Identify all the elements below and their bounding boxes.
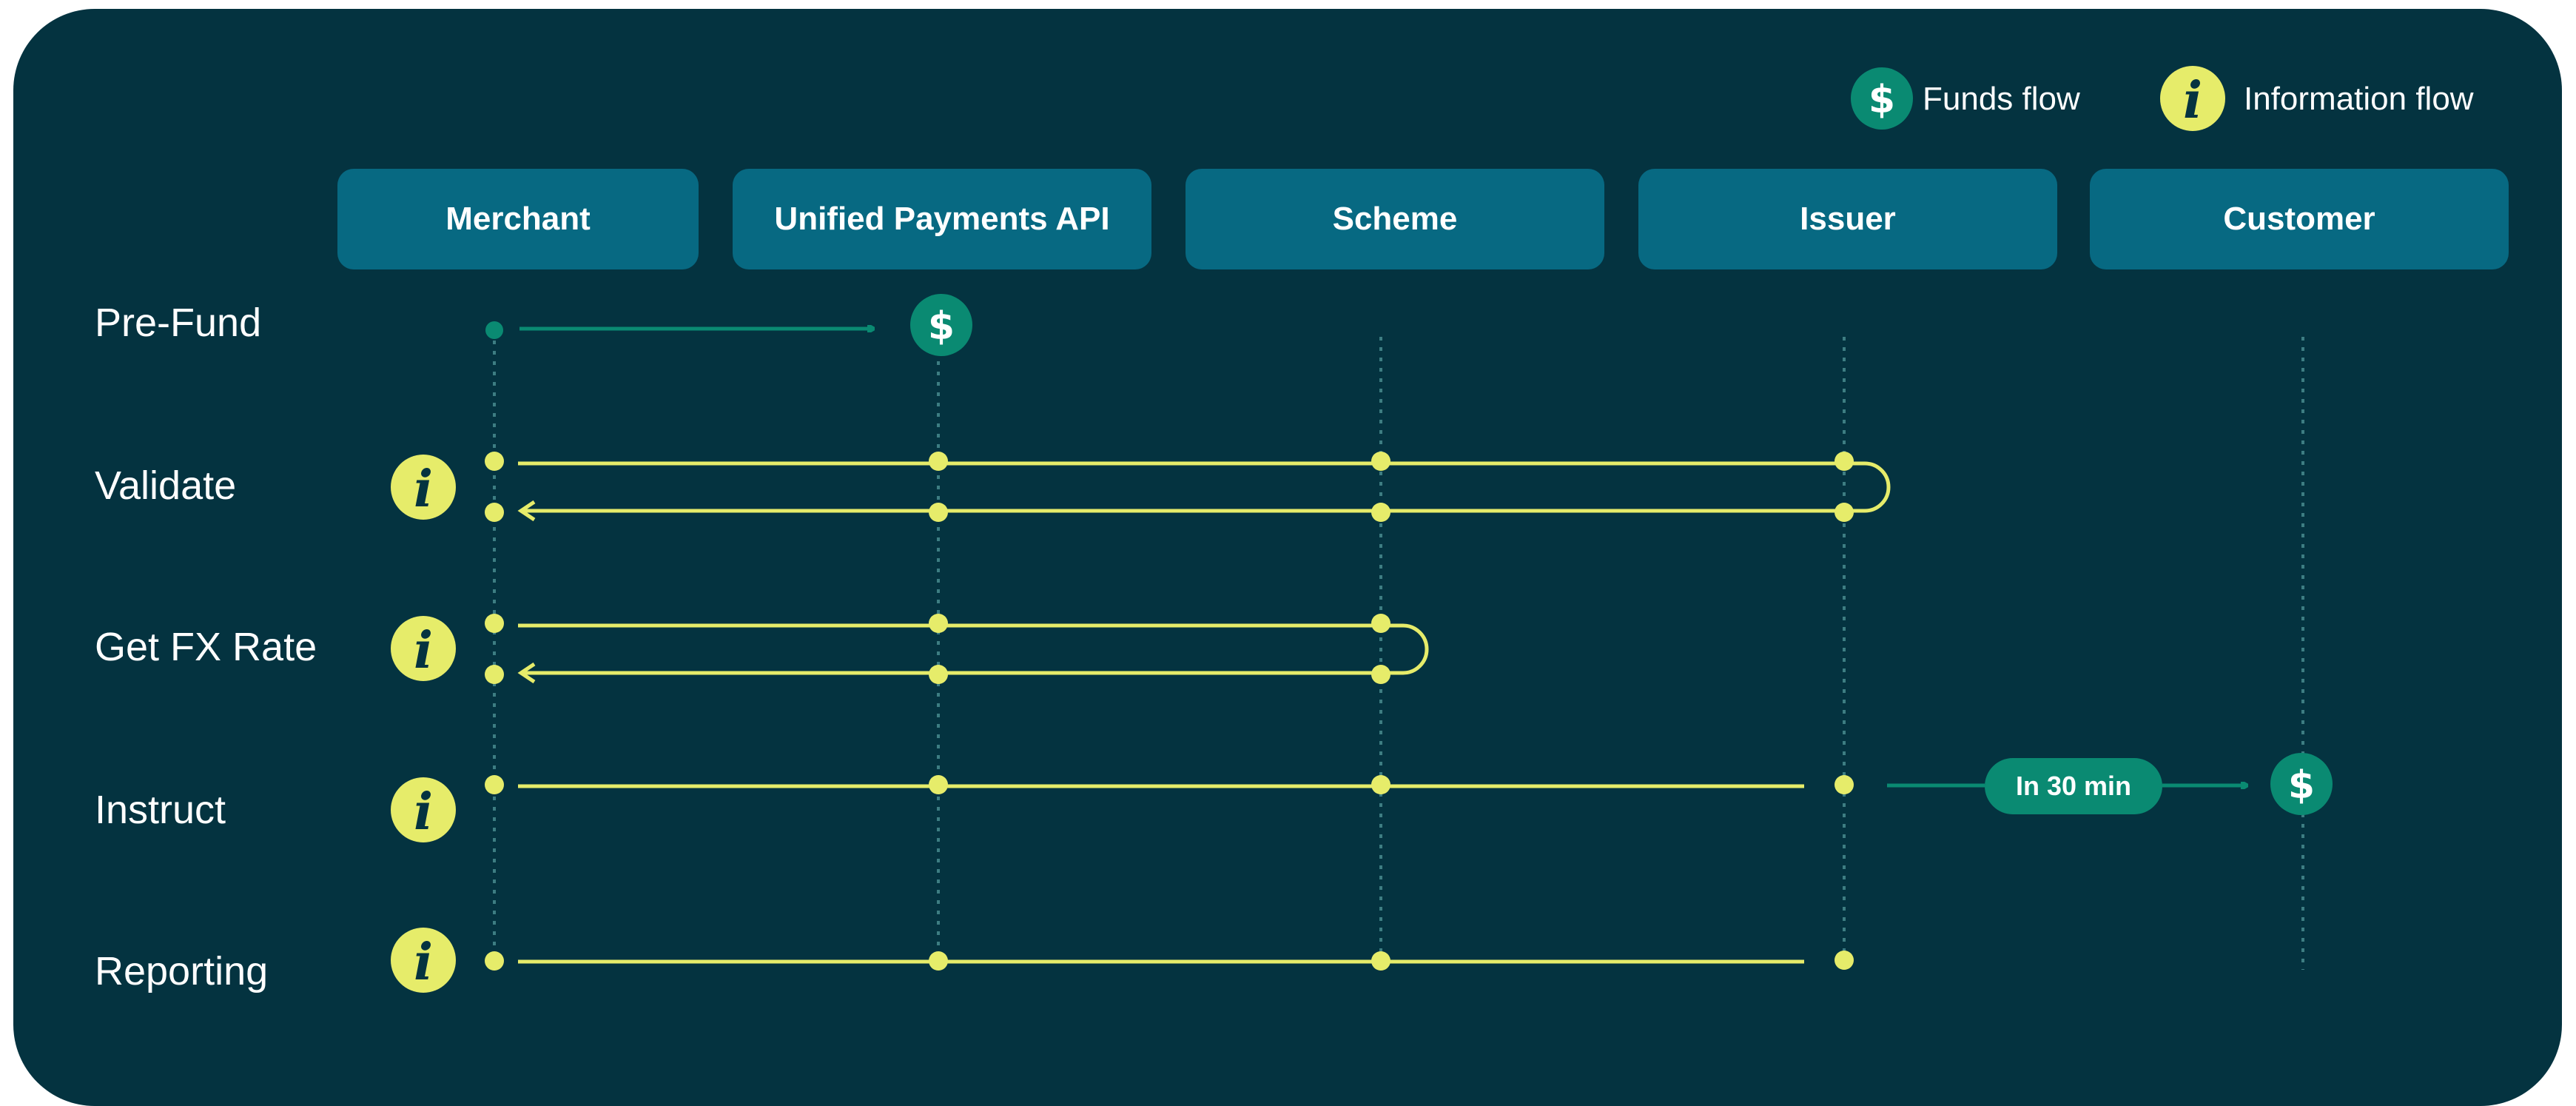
info-icon: i <box>391 455 456 520</box>
svg-text:$: $ <box>2288 763 2315 808</box>
step-label-instruct: Instruct <box>95 788 226 832</box>
step-label-reporting: Reporting <box>95 949 269 993</box>
step-get-fx-rate-arrows <box>517 623 1429 684</box>
legend-dollar-icon: $ <box>1851 67 1913 130</box>
sequence-diagram: $ $ i i i i $ i <box>391 66 2333 993</box>
svg-text:$: $ <box>928 304 955 349</box>
svg-text:$: $ <box>1869 78 1895 122</box>
info-icon: i <box>391 928 456 993</box>
participant-merchant: Merchant <box>337 169 699 269</box>
dollar-icon: $ <box>2270 753 2333 815</box>
legend-funds-flow-label: Funds flow <box>1923 81 2080 117</box>
dollar-icon: $ <box>910 294 972 356</box>
step-label-get-fx-rate: Get FX Rate <box>95 625 317 669</box>
participant-scheme: Scheme <box>1186 169 1604 269</box>
svg-text:i: i <box>2183 71 2202 130</box>
step-reporting-arrow <box>485 951 1854 971</box>
svg-text:i: i <box>414 782 433 842</box>
legend-info-icon: i <box>2160 66 2225 131</box>
info-icon: i <box>391 616 456 681</box>
participant-customer: Customer <box>2090 169 2509 269</box>
svg-text:i: i <box>414 460 433 519</box>
participant-unified-payments-api: Unified Payments API <box>733 169 1151 269</box>
info-icon: i <box>391 777 456 842</box>
legend-information-flow-label: Information flow <box>2244 81 2474 117</box>
step-instruct-arrow <box>485 758 2247 814</box>
lifelines <box>493 337 2304 970</box>
svg-text:i: i <box>414 933 433 992</box>
step-validate-arrows <box>517 461 1891 522</box>
step-label-validate: Validate <box>95 463 237 508</box>
participant-issuer: Issuer <box>1638 169 2057 269</box>
svg-text:i: i <box>414 621 433 680</box>
timing-badge: In 30 min <box>2015 771 2132 801</box>
step-pre-fund-arrow <box>485 321 873 339</box>
step-label-pre-fund: Pre-Fund <box>95 301 262 345</box>
